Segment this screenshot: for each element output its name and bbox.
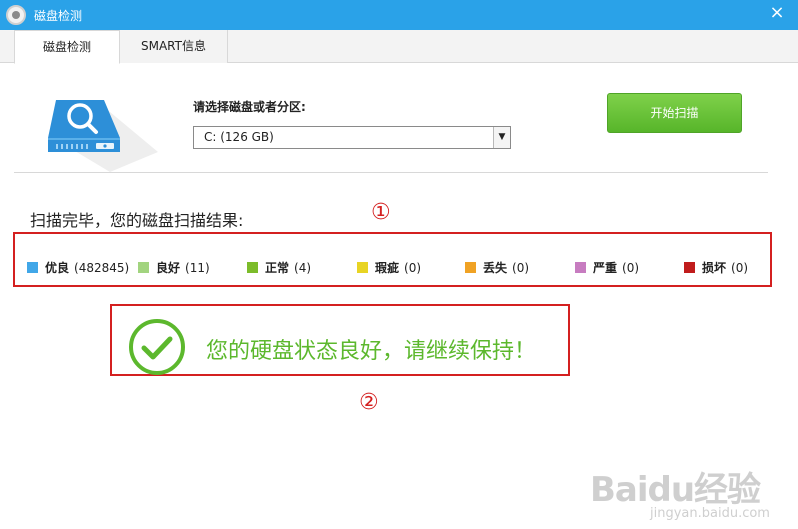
legend-item-lost: 丢失 (0): [465, 259, 529, 276]
legend-swatch: [465, 262, 476, 273]
legend-swatch: [684, 262, 695, 273]
legend-item-excellent: 优良 (482845): [27, 259, 129, 276]
legend-count: (11): [185, 261, 210, 275]
legend-count: (482845): [74, 261, 130, 275]
legend-label: 优良: [45, 261, 70, 275]
legend-label: 良好: [156, 261, 181, 275]
legend-swatch: [138, 262, 149, 273]
watermark-logo: Baidu经验: [590, 470, 761, 510]
legend-count: (0): [512, 261, 530, 275]
legend-swatch: [247, 262, 258, 273]
disk-select-value: C: (126 GB): [204, 130, 274, 144]
legend-swatch: [27, 262, 38, 273]
app-logo-icon: [6, 5, 26, 25]
legend-label: 严重: [593, 261, 618, 275]
legend-count: (0): [731, 261, 749, 275]
legend-count: (0): [404, 261, 422, 275]
divider: [14, 172, 768, 173]
legend-item-damaged: 损坏 (0): [684, 259, 748, 276]
legend-item-normal: 正常 (4): [247, 259, 311, 276]
watermark: Baidu经验 jingyan.baidu.com: [590, 462, 770, 521]
annotation-marker-1: ①: [371, 200, 391, 225]
legend-label: 正常: [265, 261, 290, 275]
result-legend: 优良 (482845) 良好 (11) 正常 (4) 瑕疵 (0) 丢失 (0) 严重 (0…: [13, 232, 772, 287]
tab-disk-check[interactable]: 磁盘检测: [14, 30, 120, 64]
legend-count: (0): [622, 261, 640, 275]
legend-label: 损坏: [702, 261, 727, 275]
legend-label: 丢失: [483, 261, 508, 275]
legend-label: 瑕疵: [375, 261, 400, 275]
tab-bar: 磁盘检测 SMART信息: [0, 30, 798, 64]
legend-swatch: [575, 262, 586, 273]
close-button[interactable]: ×: [766, 2, 788, 24]
hard-disk-icon: [48, 100, 158, 172]
start-scan-button[interactable]: 开始扫描: [607, 93, 742, 133]
title-bar: 磁盘检测 ×: [0, 0, 798, 30]
legend-swatch: [357, 262, 368, 273]
disk-select-label: 请选择磁盘或者分区:: [193, 100, 306, 114]
legend-item-severe: 严重 (0): [575, 259, 639, 276]
result-title: 扫描完毕，您的磁盘扫描结果:: [30, 211, 244, 230]
annotation-marker-2: ②: [359, 390, 379, 415]
legend-item-flaw: 瑕疵 (0): [357, 259, 421, 276]
legend-count: (4): [294, 261, 312, 275]
disk-select-dropdown[interactable]: C: (126 GB) ▼: [193, 126, 511, 149]
watermark-url: jingyan.baidu.com: [650, 506, 770, 521]
status-message: 您的硬盘状态良好，请继续保持！: [206, 339, 537, 364]
legend-item-good: 良好 (11): [138, 259, 210, 276]
tab-smart-info[interactable]: SMART信息: [120, 30, 228, 63]
check-circle-icon: [129, 319, 185, 375]
chevron-down-icon[interactable]: ▼: [493, 127, 510, 148]
window-title: 磁盘检测: [34, 9, 83, 23]
